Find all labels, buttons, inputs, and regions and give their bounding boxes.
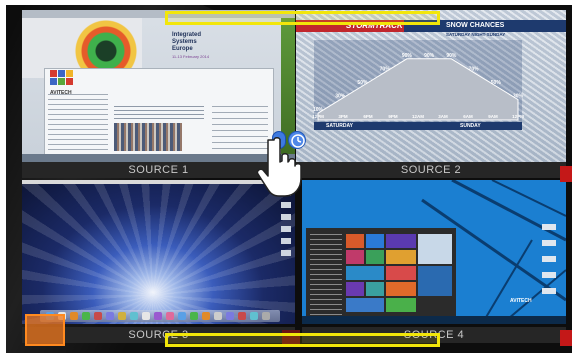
start-menu-list [310,234,342,316]
percent-label: 70% [469,66,480,72]
day-label-sunday: SUNDAY [460,123,481,129]
desktop-icons [542,224,556,304]
start-menu [306,228,456,322]
percent-label: 50% [357,80,368,86]
day-bar: SATURDAY SUNDAY [314,122,522,130]
time-label: 6PM [363,114,373,119]
source-2-window[interactable]: STORMTRACK SNOW CHANCES SATURDAY NIGHT-S… [296,10,566,162]
percent-label: 30% [335,94,346,100]
avitech-wordmark: AVITECH [510,298,532,304]
windows-taskbar [302,316,566,324]
desktop-icons [281,190,291,260]
percent-label: 30% [513,94,524,100]
time-label: 3AM [438,114,448,119]
alert-tab [560,166,572,182]
avitech-logo-icon [50,70,76,88]
expo-title-line1: Integrated [172,32,202,38]
expo-dates: 11-13 February 2014 [172,54,210,59]
time-label: 6AM [463,114,473,119]
selection-marker[interactable] [25,314,65,346]
hand-pointer-icon [256,137,302,197]
expo-title-line2: Systems [172,39,197,45]
source-1-label[interactable]: SOURCE 1 [22,162,295,178]
expo-title-line3: Europe [172,46,193,52]
percent-label: 10% [313,107,324,113]
windows-taskbar [22,154,295,162]
day-label-saturday: SATURDAY [326,123,353,129]
bottom-highlight-box [165,333,440,347]
mac-dock [40,310,280,322]
mac-menubar [22,180,295,184]
profile-sidebar [48,94,108,154]
time-label: 12PM [312,114,324,119]
source-1-window[interactable]: Integrated Systems Europe 11-13 February… [22,10,295,162]
time-label: 3PM [338,114,348,119]
top-highlight-box [165,11,440,25]
post-text [114,106,204,120]
live-tiles [346,234,452,316]
alert-tab [560,330,572,346]
wallpaper-rays [22,180,295,324]
snow-chance-graph: 10% 30% 50% 70% 90% 90% 90% 70% 50% 30% 12PM 3PM 6P… [312,40,524,122]
source-2-label[interactable]: SOURCE 2 [296,162,566,178]
source-3-window[interactable] [22,180,295,324]
time-label: 12AM [412,114,424,119]
source-4-window[interactable]: AVITECH [302,180,566,324]
percent-label: 70% [380,66,391,72]
percent-label: 50% [491,80,502,86]
percent-label: 90% [402,53,413,59]
percent-label: 90% [424,53,435,59]
time-label: 12PM [512,114,524,119]
percent-label: 90% [446,53,457,59]
expo-crowd-photo [114,123,182,151]
expo-banner: Integrated Systems Europe 11-13 February… [172,32,242,60]
time-label: 9AM [488,114,498,119]
time-label: 9PM [388,114,398,119]
